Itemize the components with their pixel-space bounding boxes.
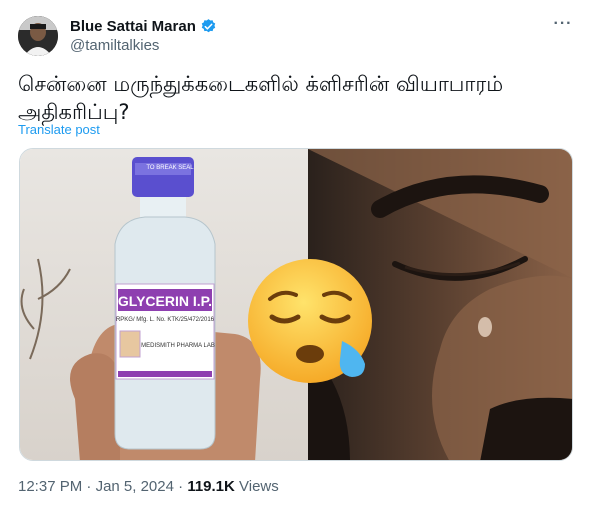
verified-badge-icon — [201, 19, 216, 33]
meta-separator-2: · — [173, 478, 188, 495]
post-metadata: 12:37 PM · Jan 5, 2024 · 119.1K Views — [18, 478, 279, 495]
cap-text: TO BREAK SEAL — [146, 165, 194, 171]
avatar[interactable] — [18, 16, 58, 56]
bottle-label-text: GLYCERIN I.P. — [118, 293, 212, 309]
post-text: சென்னை மருந்துக்கடைகளில் க்ளிசரின் வியாப… — [18, 72, 504, 124]
more-options-icon[interactable]: ··· — [552, 16, 574, 36]
post-date[interactable]: Jan 5, 2024 — [96, 478, 174, 495]
views-label: Views — [234, 478, 279, 495]
post-media-image[interactable]: GLYCERIN I.P. RPKG/ Mfg. L. No. KTK/25/4… — [19, 148, 573, 461]
media-illustration: GLYCERIN I.P. RPKG/ Mfg. L. No. KTK/25/4… — [20, 149, 572, 460]
post-time[interactable]: 12:37 PM — [18, 478, 82, 495]
avatar-image — [18, 16, 58, 56]
author-block[interactable]: Blue Sattai Maran @tamiltalkies — [70, 18, 217, 54]
views-count[interactable]: 119.1K — [187, 478, 235, 495]
author-handle[interactable]: @tamiltalkies — [70, 37, 217, 54]
meta-separator: · — [82, 478, 96, 495]
sleepy-emoji-icon — [248, 259, 372, 383]
bottle-mfr-text: MEDISMITH PHARMA LAB — [141, 343, 215, 349]
tweet: Blue Sattai Maran @tamiltalkies ··· சென்… — [0, 0, 600, 512]
bottle-sub-text: RPKG/ Mfg. L. No. KTK/25/472/2016 — [116, 317, 215, 323]
author-name[interactable]: Blue Sattai Maran — [70, 18, 196, 35]
translate-post-link[interactable]: Translate post — [18, 122, 100, 137]
